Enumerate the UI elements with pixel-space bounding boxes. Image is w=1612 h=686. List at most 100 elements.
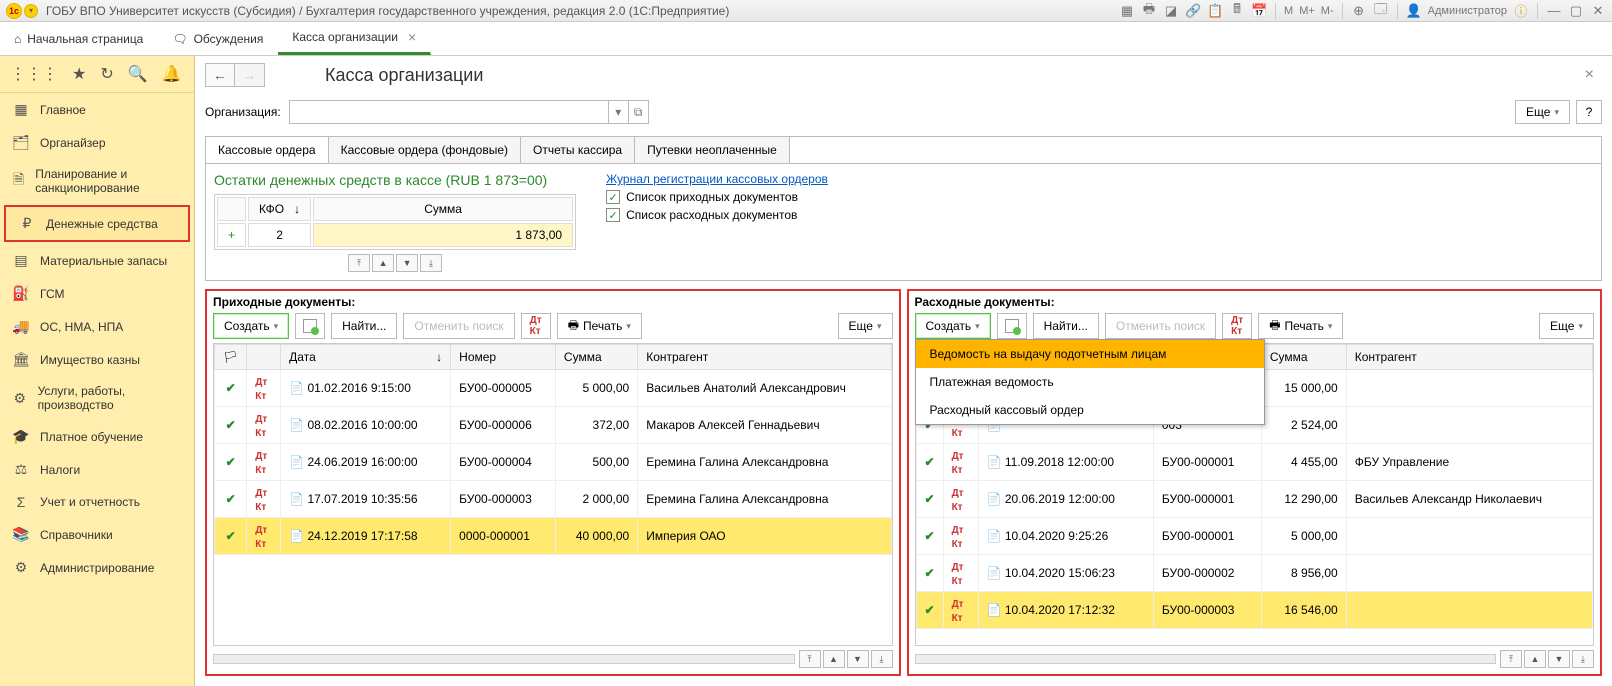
nav-top-icon[interactable]: ⤒ — [799, 650, 821, 668]
income-hscroll[interactable] — [213, 654, 795, 664]
table-row[interactable]: ✔ ДтКт 📄 01.02.2016 9:15:00 БУ00-000005 … — [215, 370, 892, 407]
sidebar-item-8[interactable]: ⚙Услуги, работы, производство — [0, 376, 194, 420]
expand-row-icon[interactable]: + — [217, 223, 246, 247]
clipboard-icon[interactable]: 📋 — [1207, 3, 1223, 19]
create-menu-item[interactable]: Ведомость на выдачу подотчетным лицам — [916, 340, 1264, 368]
table-row[interactable]: ✔ ДтКт 📄 10.04.2020 15:06:23 БУ00-000002… — [916, 555, 1593, 592]
nav-up-icon[interactable]: ▲ — [372, 254, 394, 272]
income-more-button[interactable]: Еще — [838, 313, 893, 339]
tab-cash-org[interactable]: Касса организации × — [278, 22, 431, 55]
sidebar-item-5[interactable]: ⛽ГСМ — [0, 277, 194, 310]
zoom-in-icon[interactable]: ⊕ — [1351, 3, 1367, 19]
sidebar-item-0[interactable]: ▦Главное — [0, 93, 194, 126]
nav-top-icon[interactable]: ⤒ — [1500, 650, 1522, 668]
tab-start-page[interactable]: ⌂ Начальная страница — [0, 22, 158, 55]
table-row[interactable]: ✔ ДтКт 📄 24.12.2019 17:17:58 0000-000001… — [215, 518, 892, 555]
income-col-num[interactable]: Номер — [451, 345, 556, 370]
income-col-date[interactable]: Дата↓ — [281, 345, 451, 370]
sidebar-item-4[interactable]: ▤Материальные запасы — [0, 244, 194, 277]
income-grid[interactable]: 🏳 Дата↓ Номер Сумма Контрагент ✔ ДтКт 📄 … — [213, 343, 893, 646]
nav-bottom-icon[interactable]: ⤓ — [1572, 650, 1594, 668]
sidebar-item-3[interactable]: ₽Денежные средства — [4, 205, 190, 242]
bell-icon[interactable]: 🔔 — [162, 64, 182, 84]
income-print-button[interactable]: 🖶Печать — [557, 313, 642, 339]
sidebar-item-7[interactable]: 🏛Имущество казны — [0, 343, 194, 376]
income-find-button[interactable]: Найти... — [331, 313, 397, 339]
toolbar-icon-1[interactable]: ▦ — [1119, 3, 1135, 19]
user-label[interactable]: Администратор — [1428, 5, 1507, 17]
tasks-icon[interactable]: 🗔 — [1373, 3, 1389, 19]
outcome-more-button[interactable]: Еще — [1539, 313, 1594, 339]
income-copy-button[interactable] — [295, 313, 325, 339]
table-row[interactable]: ✔ ДтКт 📄 20.06.2019 12:00:00 БУ00-000001… — [916, 481, 1593, 518]
m-minus-button[interactable]: M- — [1321, 5, 1334, 17]
income-dtkt-button[interactable]: ДтКт — [521, 313, 551, 339]
print-icon[interactable]: 🖶 — [1141, 3, 1157, 19]
maximize-icon[interactable]: ▢ — [1568, 3, 1584, 19]
close-icon[interactable]: ✕ — [1590, 3, 1606, 19]
income-col-sum[interactable]: Сумма — [555, 345, 637, 370]
org-dropdown-button[interactable]: ▾ — [608, 101, 628, 123]
create-menu-item[interactable]: Расходный кассовый ордер — [916, 396, 1264, 424]
calendar-icon[interactable]: 📅 — [1251, 3, 1267, 19]
nav-up-icon[interactable]: ▲ — [1524, 650, 1546, 668]
chk-outcome[interactable]: ✓ — [606, 208, 620, 222]
page-more-button[interactable]: Еще — [1515, 100, 1570, 124]
app-logo-icon[interactable]: 1c — [6, 3, 22, 19]
table-row[interactable]: ✔ ДтКт 📄 10.04.2020 17:12:32 БУ00-000003… — [916, 592, 1593, 629]
col-kfo[interactable]: КФО ↓ — [248, 197, 311, 221]
nav-up-icon[interactable]: ▲ — [823, 650, 845, 668]
back-button[interactable]: ← — [205, 63, 235, 87]
link-icon[interactable]: 🔗 — [1185, 3, 1201, 19]
sidebar-item-1[interactable]: 🗂Органайзер — [0, 126, 194, 159]
calc-icon[interactable]: 🖩 — [1229, 3, 1245, 19]
search-icon[interactable]: 🔍 — [128, 64, 148, 84]
income-col-ctr[interactable]: Контрагент — [638, 345, 891, 370]
help-button[interactable]: ? — [1576, 100, 1602, 124]
sidebar-item-2[interactable]: 🗎Планирование и санкционирование — [0, 159, 194, 203]
journal-link[interactable]: Журнал регистрации кассовых ордеров — [606, 172, 828, 186]
grid-icon[interactable]: ⋮⋮⋮ — [10, 64, 58, 84]
nav-bottom-icon[interactable]: ⤓ — [420, 254, 442, 272]
table-row[interactable]: ✔ ДтКт 📄 10.04.2020 9:25:26 БУ00-000001 … — [916, 518, 1593, 555]
subtab-2[interactable]: Отчеты кассира — [521, 137, 635, 163]
sidebar-item-12[interactable]: 📚Справочники — [0, 518, 194, 551]
m-plus-button[interactable]: M+ — [1299, 5, 1315, 17]
tab-discussions[interactable]: 🗨 Обсуждения — [158, 22, 278, 55]
close-page-icon[interactable]: × — [1577, 62, 1602, 88]
tab-close-icon[interactable]: × — [408, 29, 416, 45]
nav-down-icon[interactable]: ▼ — [847, 650, 869, 668]
table-row[interactable]: ✔ ДтКт 📄 24.06.2019 16:00:00 БУ00-000004… — [215, 444, 892, 481]
minimize-icon[interactable]: — — [1546, 3, 1562, 19]
income-col-flag[interactable]: 🏳 — [215, 345, 247, 370]
outcome-col-sum[interactable]: Сумма — [1261, 345, 1346, 370]
subtab-3[interactable]: Путевки неоплаченные — [635, 137, 790, 163]
income-col-status[interactable] — [247, 345, 281, 370]
sidebar-item-6[interactable]: 🚚ОС, НМА, НПА — [0, 310, 194, 343]
income-create-button[interactable]: Создать — [213, 313, 289, 339]
sidebar-item-9[interactable]: 🎓Платное обучение — [0, 420, 194, 453]
history-icon[interactable]: ↻ — [100, 64, 113, 84]
sidebar-item-13[interactable]: ⚙Администрирование — [0, 551, 194, 584]
col-sum[interactable]: Сумма — [313, 197, 573, 221]
chk-income[interactable]: ✓ — [606, 190, 620, 204]
info-icon[interactable]: ⓘ — [1513, 3, 1529, 19]
nav-bottom-icon[interactable]: ⤓ — [871, 650, 893, 668]
outcome-hscroll[interactable] — [915, 654, 1497, 664]
outcome-create-button[interactable]: Создать — [915, 313, 991, 339]
outcome-col-ctr[interactable]: Контрагент — [1346, 345, 1592, 370]
outcome-copy-button[interactable] — [997, 313, 1027, 339]
org-input[interactable] — [290, 101, 608, 123]
sidebar-item-11[interactable]: ΣУчет и отчетность — [0, 486, 194, 518]
table-row[interactable]: ✔ ДтКт 📄 11.09.2018 12:00:00 БУ00-000001… — [916, 444, 1593, 481]
table-row[interactable]: ✔ ДтКт 📄 08.02.2016 10:00:00 БУ00-000006… — [215, 407, 892, 444]
star-icon[interactable]: ★ — [72, 64, 86, 84]
m-button[interactable]: M — [1284, 5, 1293, 17]
subtab-1[interactable]: Кассовые ордера (фондовые) — [329, 137, 521, 163]
outcome-find-button[interactable]: Найти... — [1033, 313, 1099, 339]
org-open-button[interactable]: ⧉ — [628, 101, 648, 123]
create-menu-item[interactable]: Платежная ведомость — [916, 368, 1264, 396]
outcome-dtkt-button[interactable]: ДтКт — [1222, 313, 1252, 339]
nav-down-icon[interactable]: ▼ — [1548, 650, 1570, 668]
subtab-0[interactable]: Кассовые ордера — [206, 137, 329, 163]
